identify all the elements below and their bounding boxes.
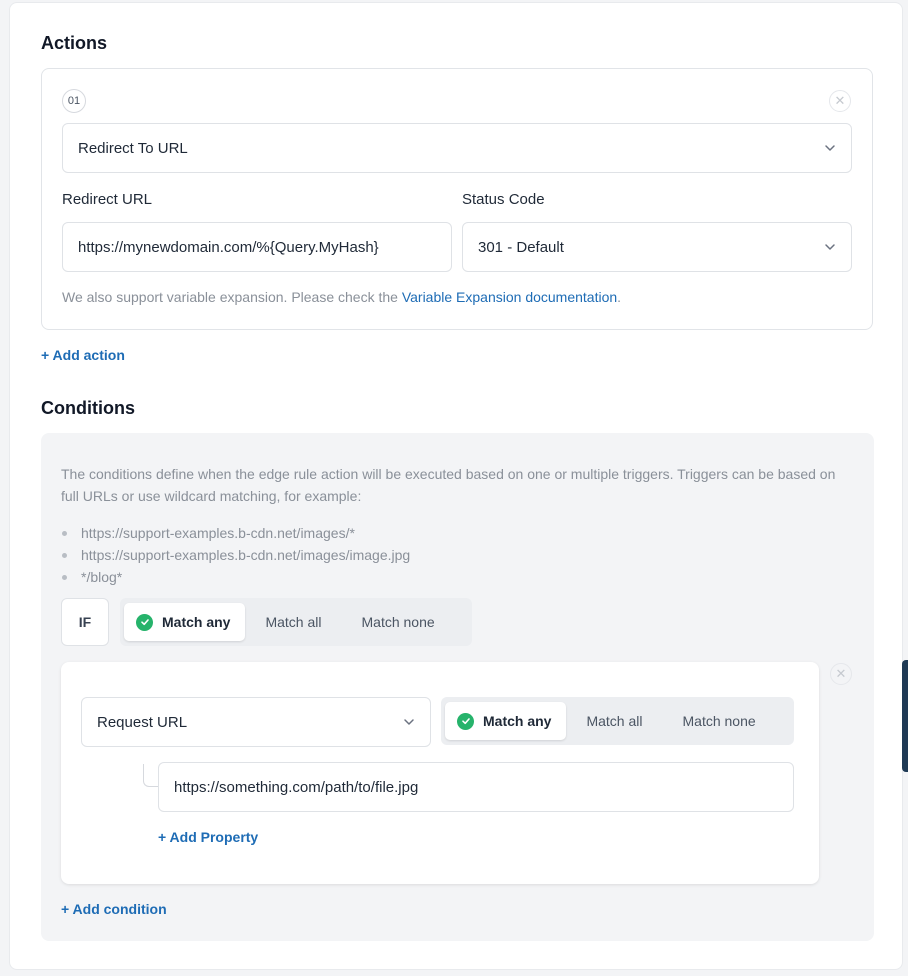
close-icon: ✕ [834,93,846,108]
if-label: IF [61,598,109,646]
variable-expansion-hint: We also support variable expansion. Plea… [62,289,621,305]
redirect-url-label: Redirect URL [62,191,153,208]
action-type-value: Redirect To URL [78,139,188,157]
list-item: https://support-examples.b-cdn.net/image… [61,544,410,566]
match-any-label: Match any [483,713,552,729]
remove-action-button[interactable]: ✕ [829,90,851,112]
edge-thumbnail [902,660,908,772]
conditions-title: Conditions [41,398,135,418]
close-icon: ✕ [835,666,847,681]
status-code-label: Status Code [462,191,545,208]
conditions-description: The conditions define when the edge rule… [61,466,836,504]
variable-expansion-link[interactable]: Variable Expansion documentation [402,289,617,305]
chevron-down-icon [404,719,414,725]
status-code-select[interactable]: 301 - Default [462,222,852,272]
chevron-down-icon [825,244,835,250]
remove-trigger-button[interactable]: ✕ [830,663,852,685]
trigger-type-select[interactable]: Request URL [81,697,431,747]
tree-connector [143,764,159,787]
match-none-option[interactable]: Match none [342,603,455,641]
match-any-label: Match any [162,614,231,630]
hint-text: We also support variable expansion. Plea… [62,289,402,305]
action-index-badge: 01 [62,89,86,113]
trigger-value-input[interactable]: https://something.com/path/to/file.jpg [158,762,794,812]
redirect-url-value: https://mynewdomain.com/%{Query.MyHash} [78,238,379,256]
trigger-match-mode: Match any Match all Match none [441,697,794,745]
condition-match-mode: Match any Match all Match none [120,598,472,646]
list-item: */blog* [61,566,410,588]
match-all-option[interactable]: Match all [245,603,341,641]
status-code-value: 301 - Default [478,238,564,256]
match-none-option[interactable]: Match none [663,702,776,740]
action-type-select[interactable]: Redirect To URL [62,123,852,173]
list-item: https://support-examples.b-cdn.net/image… [61,522,410,544]
hint-end: . [617,289,622,305]
actions-title: Actions [41,33,108,53]
add-condition-button[interactable]: + Add condition [61,901,167,917]
chevron-down-icon [825,145,835,151]
trigger-value: https://something.com/path/to/file.jpg [174,778,419,796]
add-action-button[interactable]: + Add action [41,347,125,363]
check-circle-icon [136,613,153,631]
add-property-button[interactable]: + Add Property [158,829,258,845]
match-any-option[interactable]: Match any [124,603,246,641]
match-any-option[interactable]: Match any [445,702,567,740]
redirect-url-input[interactable]: https://mynewdomain.com/%{Query.MyHash} [62,222,452,272]
match-all-option[interactable]: Match all [566,702,662,740]
trigger-type-value: Request URL [97,713,188,731]
check-circle-icon [457,712,474,730]
examples-list: https://support-examples.b-cdn.net/image… [61,522,410,588]
